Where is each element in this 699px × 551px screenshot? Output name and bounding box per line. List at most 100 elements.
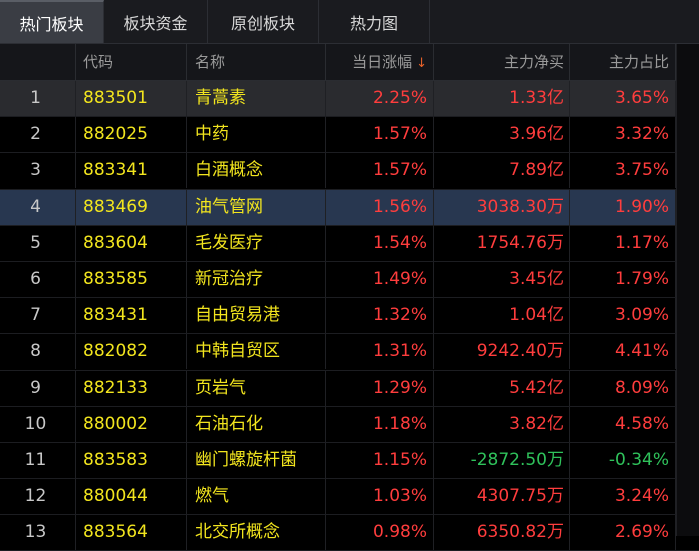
sector-name: 中韩自贸区 [187,334,326,370]
header-code[interactable]: 代码 [76,44,187,80]
table-row[interactable]: 3 883341 白酒概念 1.57% 7.89亿 3.75% [0,153,699,190]
main-ratio: 3.75% [570,153,676,189]
change-percent: 1.03% [326,479,434,515]
sector-code: 880044 [76,479,187,515]
main-net-buy: 5.42亿 [434,370,570,406]
row-index: 3 [0,153,76,189]
sector-code: 880002 [76,406,187,442]
main-ratio: 1.90% [570,189,676,225]
row-index: 4 [0,189,76,225]
main-ratio: 3.24% [570,479,676,515]
sector-code: 882133 [76,370,187,406]
change-percent: 2.25% [326,81,434,116]
main-ratio: 4.58% [570,406,676,442]
main-net-buy: 3038.30万 [434,189,570,225]
table-row[interactable]: 8 882082 中韩自贸区 1.31% 9242.40万 4.41% [0,334,699,371]
header-index [0,44,76,80]
change-percent: 0.98% [326,515,434,551]
main-net-buy: 1.04亿 [434,298,570,334]
tab-sector-funds[interactable]: 板块资金 [104,0,208,43]
main-ratio: 3.65% [570,81,676,116]
row-index: 5 [0,225,76,261]
table-row[interactable]: 2 882025 中药 1.57% 3.96亿 3.32% [0,117,699,154]
table-row[interactable]: 13 883564 北交所概念 0.98% 6350.82万 2.69% [0,515,699,551]
main-net-buy: 7.89亿 [434,153,570,189]
sector-code: 883583 [76,442,187,478]
tab-hot-sectors[interactable]: 热门板块 [0,0,104,43]
sort-descending-icon: ↓ [416,56,427,71]
sector-code: 883431 [76,298,187,334]
table-row[interactable]: 4 883469 油气管网 1.56% 3038.30万 1.90% [0,189,699,226]
main-ratio: 4.41% [570,334,676,370]
sector-name: 页岩气 [187,370,326,406]
main-ratio: 3.09% [570,298,676,334]
table-row[interactable]: 12 880044 燃气 1.03% 4307.75万 3.24% [0,479,699,516]
change-percent: 1.15% [326,442,434,478]
sector-name: 幽门螺旋杆菌 [187,442,326,478]
main-net-buy: -2872.50万 [434,442,570,478]
change-percent: 1.54% [326,225,434,261]
header-change-label: 当日涨幅 [352,53,413,71]
tab-original-sectors[interactable]: 原创板块 [208,0,319,43]
header-ratio[interactable]: 主力占比 [570,44,676,80]
tab-heatmap[interactable]: 热力图 [319,0,430,43]
sector-name: 燃气 [187,479,326,515]
change-percent: 1.31% [326,334,434,370]
change-percent: 1.18% [326,406,434,442]
row-index: 2 [0,117,76,153]
sector-name: 中药 [187,117,326,153]
sector-code: 883564 [76,515,187,551]
row-index: 7 [0,298,76,334]
table-row[interactable]: 6 883585 新冠治疗 1.49% 3.45亿 1.79% [0,261,699,299]
main-net-buy: 1754.76万 [434,225,570,261]
row-index: 6 [0,261,76,297]
sector-code: 882082 [76,334,187,370]
main-ratio: 1.17% [570,225,676,261]
row-index: 13 [0,515,76,551]
row-index: 11 [0,442,76,478]
table-row[interactable]: 11 883583 幽门螺旋杆菌 1.15% -2872.50万 -0.34% [0,442,699,480]
sector-code: 882025 [76,117,187,153]
row-index: 1 [0,81,76,116]
main-net-buy: 3.96亿 [434,117,570,153]
header-change[interactable]: 当日涨幅 ↓ [326,44,434,80]
change-percent: 1.57% [326,153,434,189]
table-row[interactable]: 5 883604 毛发医疗 1.54% 1754.76万 1.17% [0,225,699,262]
main-ratio: 1.79% [570,261,676,297]
sector-name: 青蒿素 [187,81,326,116]
table-row[interactable]: 10 880002 石油石化 1.18% 3.82亿 4.58% [0,406,699,443]
main-ratio: -0.34% [570,442,676,478]
sector-name: 油气管网 [187,189,326,225]
change-percent: 1.49% [326,261,434,297]
scrollbar[interactable] [676,44,699,536]
table-header: 代码 名称 当日涨幅 ↓ 主力净买 主力占比 [0,44,699,81]
change-percent: 1.29% [326,370,434,406]
sector-code: 883469 [76,189,187,225]
row-index: 10 [0,406,76,442]
header-name[interactable]: 名称 [187,44,326,80]
main-net-buy: 4307.75万 [434,479,570,515]
main-net-buy: 3.82亿 [434,406,570,442]
table-row[interactable]: 9 882133 页岩气 1.29% 5.42亿 8.09% [0,370,699,407]
sector-name: 自由贸易港 [187,298,326,334]
sector-name: 白酒概念 [187,153,326,189]
header-net-buy[interactable]: 主力净买 [434,44,570,80]
sector-code: 883341 [76,153,187,189]
tab-bar: 热门板块 板块资金 原创板块 热力图 [0,0,699,44]
main-ratio: 3.32% [570,117,676,153]
sector-code: 883585 [76,261,187,297]
row-index: 8 [0,334,76,370]
main-net-buy: 1.33亿 [434,81,570,116]
table-row[interactable]: 1 883501 青蒿素 2.25% 1.33亿 3.65% [0,81,699,118]
sector-name: 毛发医疗 [187,225,326,261]
sector-code: 883501 [76,81,187,116]
sector-code: 883604 [76,225,187,261]
main-ratio: 8.09% [570,370,676,406]
change-percent: 1.32% [326,298,434,334]
row-index: 12 [0,479,76,515]
row-index: 9 [0,370,76,406]
main-net-buy: 9242.40万 [434,334,570,370]
sector-name: 石油石化 [187,406,326,442]
table-row[interactable]: 7 883431 自由贸易港 1.32% 1.04亿 3.09% [0,298,699,335]
main-net-buy: 3.45亿 [434,261,570,297]
